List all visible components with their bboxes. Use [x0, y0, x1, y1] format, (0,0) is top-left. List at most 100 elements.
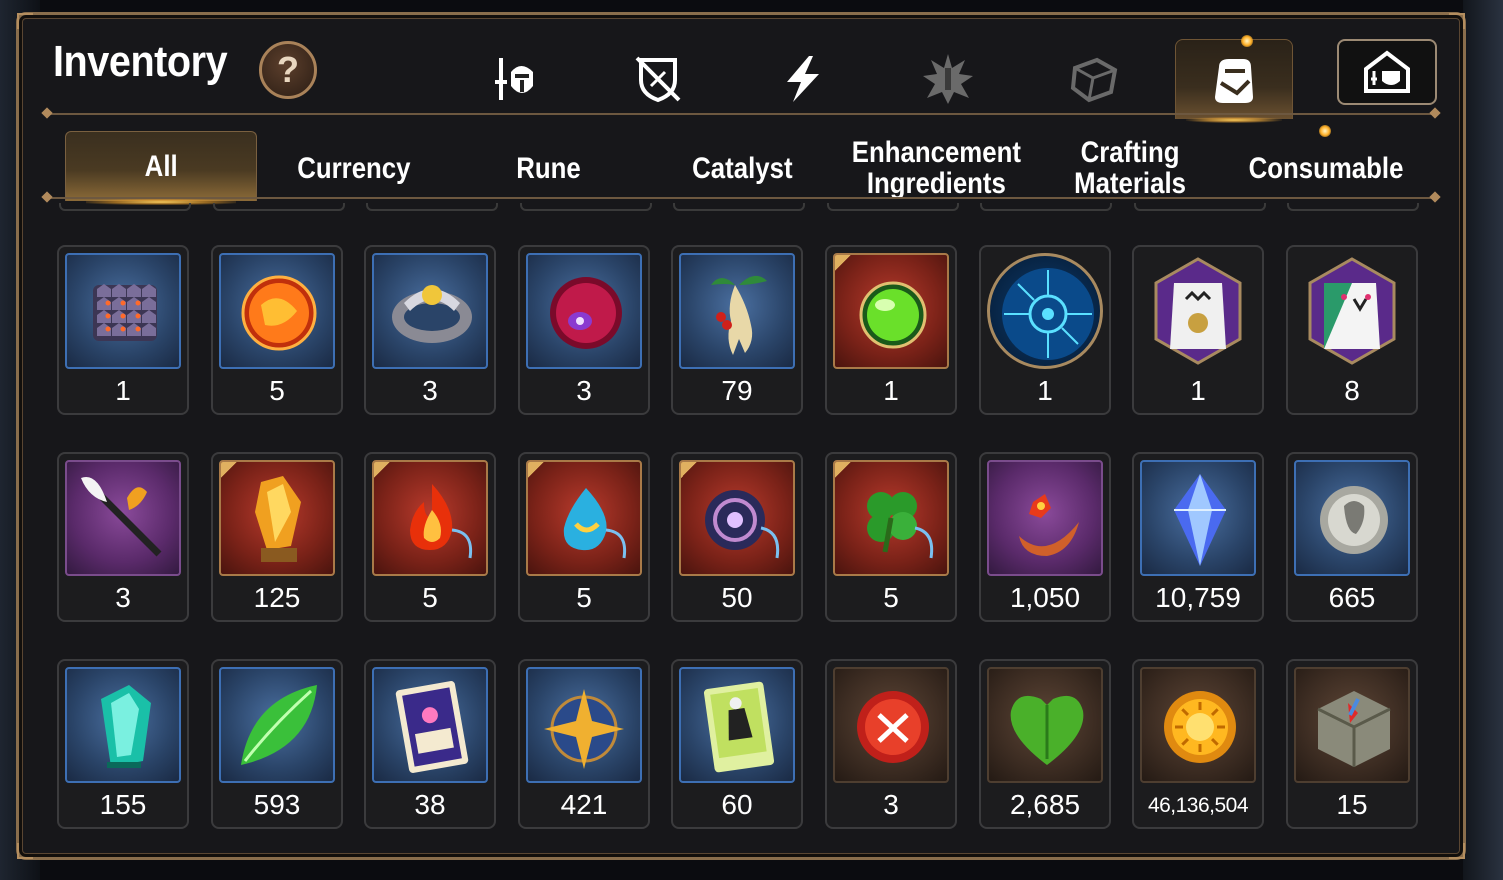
broken-shield-icon	[635, 56, 681, 103]
inventory-slot[interactable]: 15	[1286, 659, 1418, 829]
inventory-slot[interactable]: 1	[979, 245, 1111, 415]
inventory-slot[interactable]: 46,136,504	[1132, 659, 1264, 829]
subtab-consumable[interactable]: Consumable	[1229, 133, 1423, 203]
subtab-label: Catalyst	[691, 151, 793, 185]
inventory-slot[interactable]: 1	[57, 245, 189, 415]
inventory-slot[interactable]: 5	[211, 245, 343, 415]
item-count: 15	[1336, 789, 1368, 820]
subtab-currency[interactable]: Currency	[259, 133, 449, 203]
star-compass-icon	[544, 689, 624, 769]
green-leaf-icon	[241, 685, 317, 765]
item-icon-frame	[833, 667, 949, 783]
item-icon-frame	[65, 667, 181, 783]
inventory-slot[interactable]: 3	[825, 659, 957, 829]
inventory-slot[interactable]: 60	[671, 659, 803, 829]
tab-emblem[interactable]	[889, 43, 1007, 115]
subtab-all[interactable]: All	[65, 131, 257, 205]
storage-button[interactable]	[1337, 39, 1437, 105]
inventory-slot[interactable]: 3	[57, 452, 189, 622]
inventory-slot[interactable]: 125	[211, 452, 343, 622]
tab-unequip[interactable]	[599, 43, 717, 115]
inventory-slot[interactable]: 5	[364, 452, 496, 622]
rarity-corner	[835, 255, 851, 271]
header-divider	[41, 107, 1441, 119]
inventory-slot[interactable]: 10,759	[1132, 452, 1264, 622]
lightning-icon	[787, 56, 819, 102]
tab-box[interactable]	[1035, 43, 1153, 115]
subtab-crafting-materials[interactable]: Crafting Materials	[1035, 133, 1225, 203]
item-count: 1	[115, 375, 131, 406]
item-count: 8	[1344, 375, 1360, 406]
silver-coin-icon	[1320, 486, 1388, 554]
item-icon-frame	[526, 253, 642, 369]
rarity-corner	[374, 462, 390, 478]
item-count: 1	[883, 375, 899, 406]
item-count: 5	[422, 582, 438, 613]
stone-compass-icon	[1317, 691, 1391, 767]
item-icon-frame	[833, 460, 949, 576]
subtab-catalyst[interactable]: Catalyst	[647, 133, 837, 203]
scroll-stub	[980, 203, 1112, 211]
item-icon-frame	[219, 253, 335, 369]
inventory-slot[interactable]: 50	[671, 452, 803, 622]
item-count: 1,050	[1009, 582, 1081, 613]
item-count: 2,685	[1009, 789, 1081, 820]
item-count: 50	[721, 582, 753, 613]
scroll-stub	[520, 203, 652, 211]
help-button[interactable]: ?	[259, 41, 317, 99]
inventory-slot[interactable]: 38	[364, 659, 496, 829]
inventory-slot[interactable]: 2,685	[979, 659, 1111, 829]
purple-card-icon	[395, 681, 469, 773]
blue-rune-disc-icon	[1002, 268, 1094, 360]
item-count: 3	[576, 375, 592, 406]
item-icon-frame	[987, 667, 1103, 783]
frame-corner	[1449, 13, 1465, 29]
item-icon-frame	[219, 667, 335, 783]
background-right	[1463, 0, 1503, 880]
inventory-slot[interactable]: 3	[518, 245, 650, 415]
inventory-slot[interactable]: 155	[57, 659, 189, 829]
clover-charm-icon	[867, 492, 934, 559]
inventory-slot[interactable]: 1,050	[979, 452, 1111, 622]
cube-icon	[1070, 57, 1118, 103]
item-count: 79	[721, 375, 753, 406]
subtab-label: Crafting Materials	[1074, 136, 1186, 200]
scroll-stub	[213, 203, 345, 211]
inventory-slot[interactable]: 1	[825, 245, 957, 415]
subtab-label: All	[144, 150, 178, 183]
item-icon-frame	[65, 460, 181, 576]
subtab-label: Enhancement Ingredients	[851, 136, 1021, 200]
tab-equipment[interactable]	[457, 43, 575, 115]
tab-inventory[interactable]	[1175, 39, 1293, 123]
inventory-slot[interactable]: 421	[518, 659, 650, 829]
inventory-panel: Inventory ? All Currency Rune Catalyst E…	[16, 12, 1466, 860]
inventory-slot[interactable]: 1	[1132, 245, 1264, 415]
item-icon-frame	[987, 253, 1103, 369]
teal-crystal-icon	[101, 685, 151, 768]
subtab-rune[interactable]: Rune	[453, 133, 643, 203]
tab-skill[interactable]	[743, 43, 861, 115]
inventory-slot[interactable]: 8	[1286, 245, 1418, 415]
subtab-enhancement-ingredients[interactable]: Enhancement Ingredients	[841, 133, 1031, 203]
green-heart-icon	[1010, 695, 1084, 765]
frame-corner	[17, 843, 33, 859]
item-icon-frame	[833, 253, 949, 369]
blue-diamond-icon	[1174, 474, 1226, 566]
fire-charm-icon	[410, 484, 473, 559]
item-icon-frame	[526, 460, 642, 576]
inventory-slot[interactable]: 665	[1286, 452, 1418, 622]
item-icon-frame	[372, 460, 488, 576]
inventory-slot[interactable]: 5	[825, 452, 957, 622]
item-icon-frame	[1294, 253, 1410, 369]
inventory-slot[interactable]: 5	[518, 452, 650, 622]
inventory-slot[interactable]: 3	[364, 245, 496, 415]
amber-crystal-icon	[255, 476, 301, 562]
feather-wand-icon	[81, 477, 162, 557]
item-count: 38	[414, 789, 446, 820]
inventory-slot[interactable]: 79	[671, 245, 803, 415]
item-count: 1	[1037, 375, 1053, 406]
subtab-label: Rune	[515, 151, 581, 185]
inventory-slot[interactable]: 593	[211, 659, 343, 829]
backpack-icon	[1215, 58, 1253, 103]
item-count: 421	[560, 789, 608, 820]
